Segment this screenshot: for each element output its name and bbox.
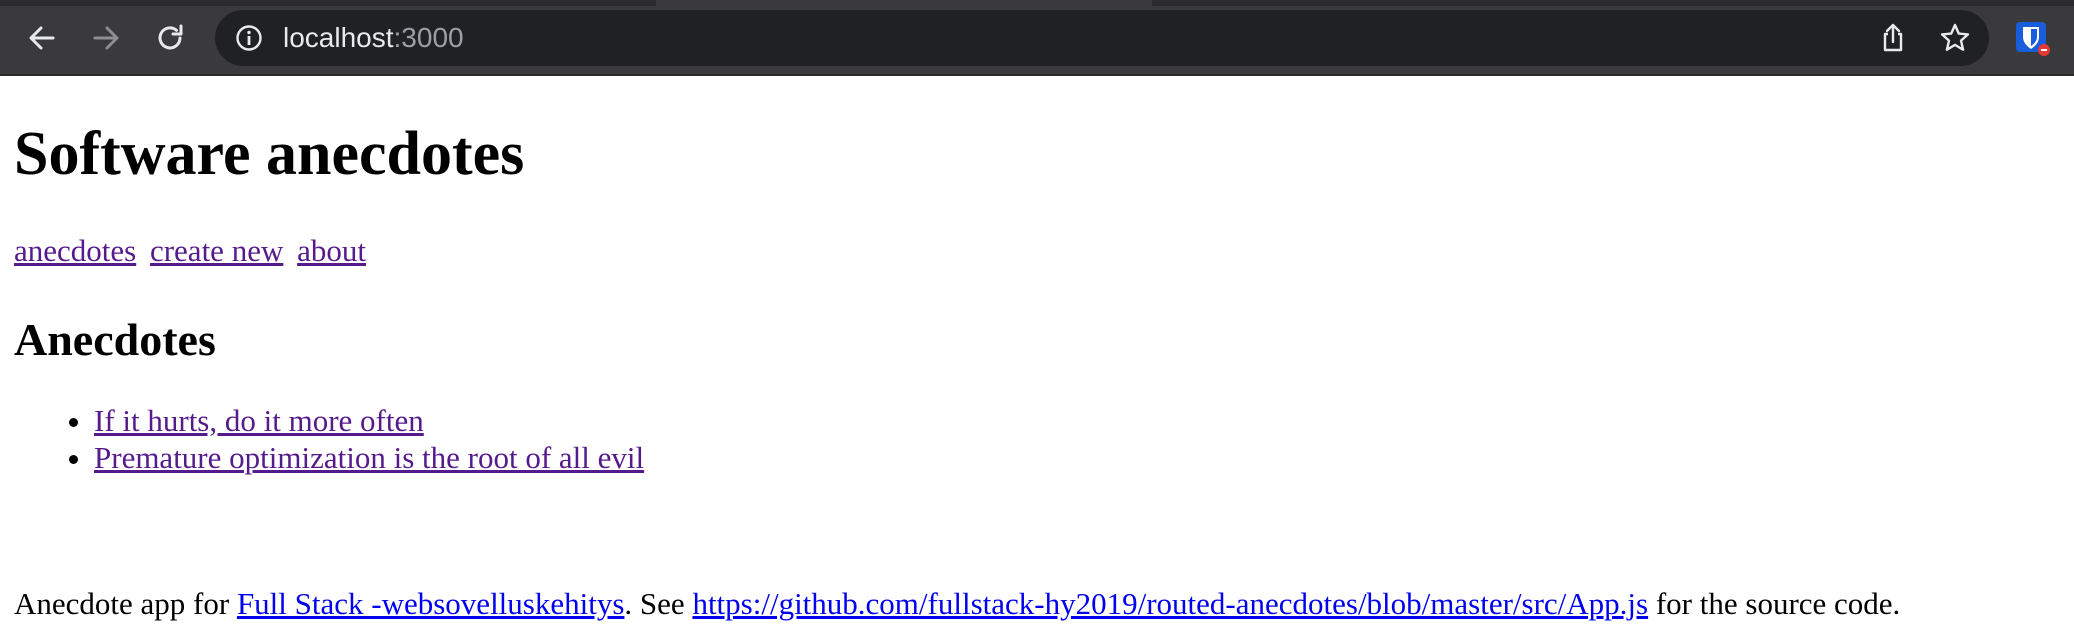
nav-link-about[interactable]: about [297,233,366,268]
arrow-right-icon [93,26,119,50]
reload-button[interactable] [146,14,194,62]
info-icon[interactable] [235,24,263,52]
url-host: localhost [283,22,394,53]
forward-button[interactable] [82,14,130,62]
share-icon[interactable] [1877,22,1909,54]
list-item: If it hurts, do it more often [94,402,644,439]
course-link[interactable]: Full Stack -websovelluskehitys [237,586,624,621]
active-tab-edge[interactable] [656,0,1152,6]
arrow-left-icon [29,26,55,50]
address-bar[interactable]: localhost:3000 [215,10,1989,66]
tab-strip [0,0,2074,6]
anecdote-link[interactable]: If it hurts, do it more often [94,403,424,438]
footer-middle: . See [624,586,693,621]
back-button[interactable] [18,14,66,62]
footer-suffix: for the source code. [1648,586,1901,621]
footer: Anecdote app for Full Stack -websovellus… [14,584,1900,624]
url-port: :3000 [393,22,464,53]
section-title: Anecdotes [14,314,216,365]
footer-prefix: Anecdote app for [14,586,237,621]
star-icon[interactable] [1939,22,1971,54]
nav-link-create-new[interactable]: create new [150,233,283,268]
anecdote-link[interactable]: Premature optimization is the root of al… [94,440,644,475]
nav-link-anecdotes[interactable]: anecdotes [14,233,136,268]
url-text[interactable]: localhost:3000 [283,10,464,66]
anecdote-list: If it hurts, do it more often Premature … [14,402,644,476]
browser-toolbar: localhost:3000 [0,0,2074,76]
page-title: Software anecdotes [14,120,525,188]
reload-icon [158,24,183,50]
list-item: Premature optimization is the root of al… [94,439,644,476]
source-code-link[interactable]: https://github.com/fullstack-hy2019/rout… [692,586,1648,621]
bitwarden-shield-icon[interactable] [2014,20,2050,56]
main-nav: anecdotes create new about [14,231,372,271]
